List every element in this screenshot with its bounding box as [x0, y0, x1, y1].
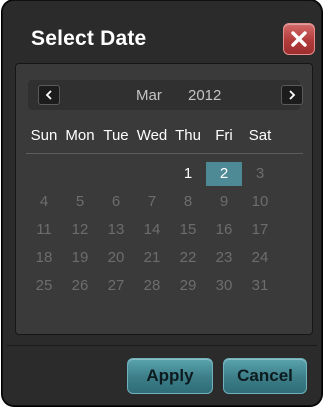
day-cell[interactable]: 19	[62, 246, 98, 270]
weekday-tue: Tue	[103, 127, 129, 144]
day-cell[interactable]: 7	[134, 190, 170, 214]
day-cell[interactable]: 10	[242, 190, 278, 214]
dialog-title: Select Date	[31, 27, 147, 50]
empty-day-cell	[62, 162, 98, 186]
footer-divider	[7, 345, 317, 346]
weekday-sun: Sun	[30, 127, 58, 144]
day-cell[interactable]: 30	[206, 274, 242, 298]
day-cell[interactable]: 6	[98, 190, 134, 214]
weekday-thu: Thu	[175, 127, 201, 144]
weekday-divider	[26, 153, 303, 154]
day-cell[interactable]: 1	[170, 162, 206, 186]
empty-day-cell	[26, 162, 62, 186]
day-cell[interactable]: 15	[170, 218, 206, 242]
day-cell[interactable]: 11	[26, 218, 62, 242]
day-cell[interactable]: 27	[98, 274, 134, 298]
day-cell[interactable]: 9	[206, 190, 242, 214]
empty-day-cell	[98, 162, 134, 186]
day-cell[interactable]: 24	[242, 246, 278, 270]
weekday-mon: Mon	[65, 127, 95, 144]
weekday-sat: Sat	[248, 127, 272, 144]
chevron-left-icon	[45, 90, 52, 100]
day-cell[interactable]: 16	[206, 218, 242, 242]
day-cell[interactable]: 12	[62, 218, 98, 242]
day-cell[interactable]: 25	[26, 274, 62, 298]
day-cell[interactable]: 22	[170, 246, 206, 270]
select-date-dialog: Select Date Mar 2012 Sun Mon Tue Wed Thu…	[2, 0, 322, 406]
day-cell[interactable]: 28	[134, 274, 170, 298]
calendar-week-row: 123	[26, 162, 303, 186]
day-cell[interactable]: 21	[134, 246, 170, 270]
cancel-button[interactable]: Cancel	[223, 358, 307, 394]
day-cell[interactable]: 8	[170, 190, 206, 214]
calendar-week-row: 11 12 13 14 15 16 17	[26, 218, 303, 242]
year-label: 2012	[188, 87, 222, 104]
day-cell[interactable]: 23	[206, 246, 242, 270]
day-cell[interactable]: 29	[170, 274, 206, 298]
calendar-panel: Mar 2012 Sun Mon Tue Wed Thu Fri Sat 123…	[15, 63, 313, 335]
calendar-week-row: 25 26 27 28 29 30 31	[26, 274, 303, 298]
selected-day-cell[interactable]: 2	[206, 162, 242, 186]
day-cell[interactable]: 20	[98, 246, 134, 270]
next-month-button[interactable]	[281, 85, 303, 105]
chevron-right-icon	[289, 90, 296, 100]
day-cell[interactable]: 13	[98, 218, 134, 242]
day-cell[interactable]: 17	[242, 218, 278, 242]
weekday-header: Sun Mon Tue Wed Thu Fri Sat	[26, 127, 303, 144]
day-cell[interactable]: 3	[242, 162, 278, 186]
month-label: Mar	[136, 87, 162, 104]
day-cell[interactable]: 31	[242, 274, 278, 298]
day-cell[interactable]: 5	[62, 190, 98, 214]
close-x-icon	[291, 31, 307, 47]
close-button[interactable]	[283, 23, 315, 55]
day-cell[interactable]: 4	[26, 190, 62, 214]
day-cell[interactable]: 26	[62, 274, 98, 298]
previous-month-button[interactable]	[38, 85, 60, 105]
calendar-week-row: 18 19 20 21 22 23 24	[26, 246, 303, 270]
empty-day-cell	[134, 162, 170, 186]
day-cell[interactable]: 14	[134, 218, 170, 242]
day-cell[interactable]: 18	[26, 246, 62, 270]
apply-button[interactable]: Apply	[127, 358, 213, 394]
weekday-fri: Fri	[215, 127, 233, 144]
month-navigator: Mar 2012	[28, 80, 303, 110]
calendar-week-row: 4 5 6 7 8 9 10	[26, 190, 303, 214]
weekday-wed: Wed	[136, 127, 168, 144]
